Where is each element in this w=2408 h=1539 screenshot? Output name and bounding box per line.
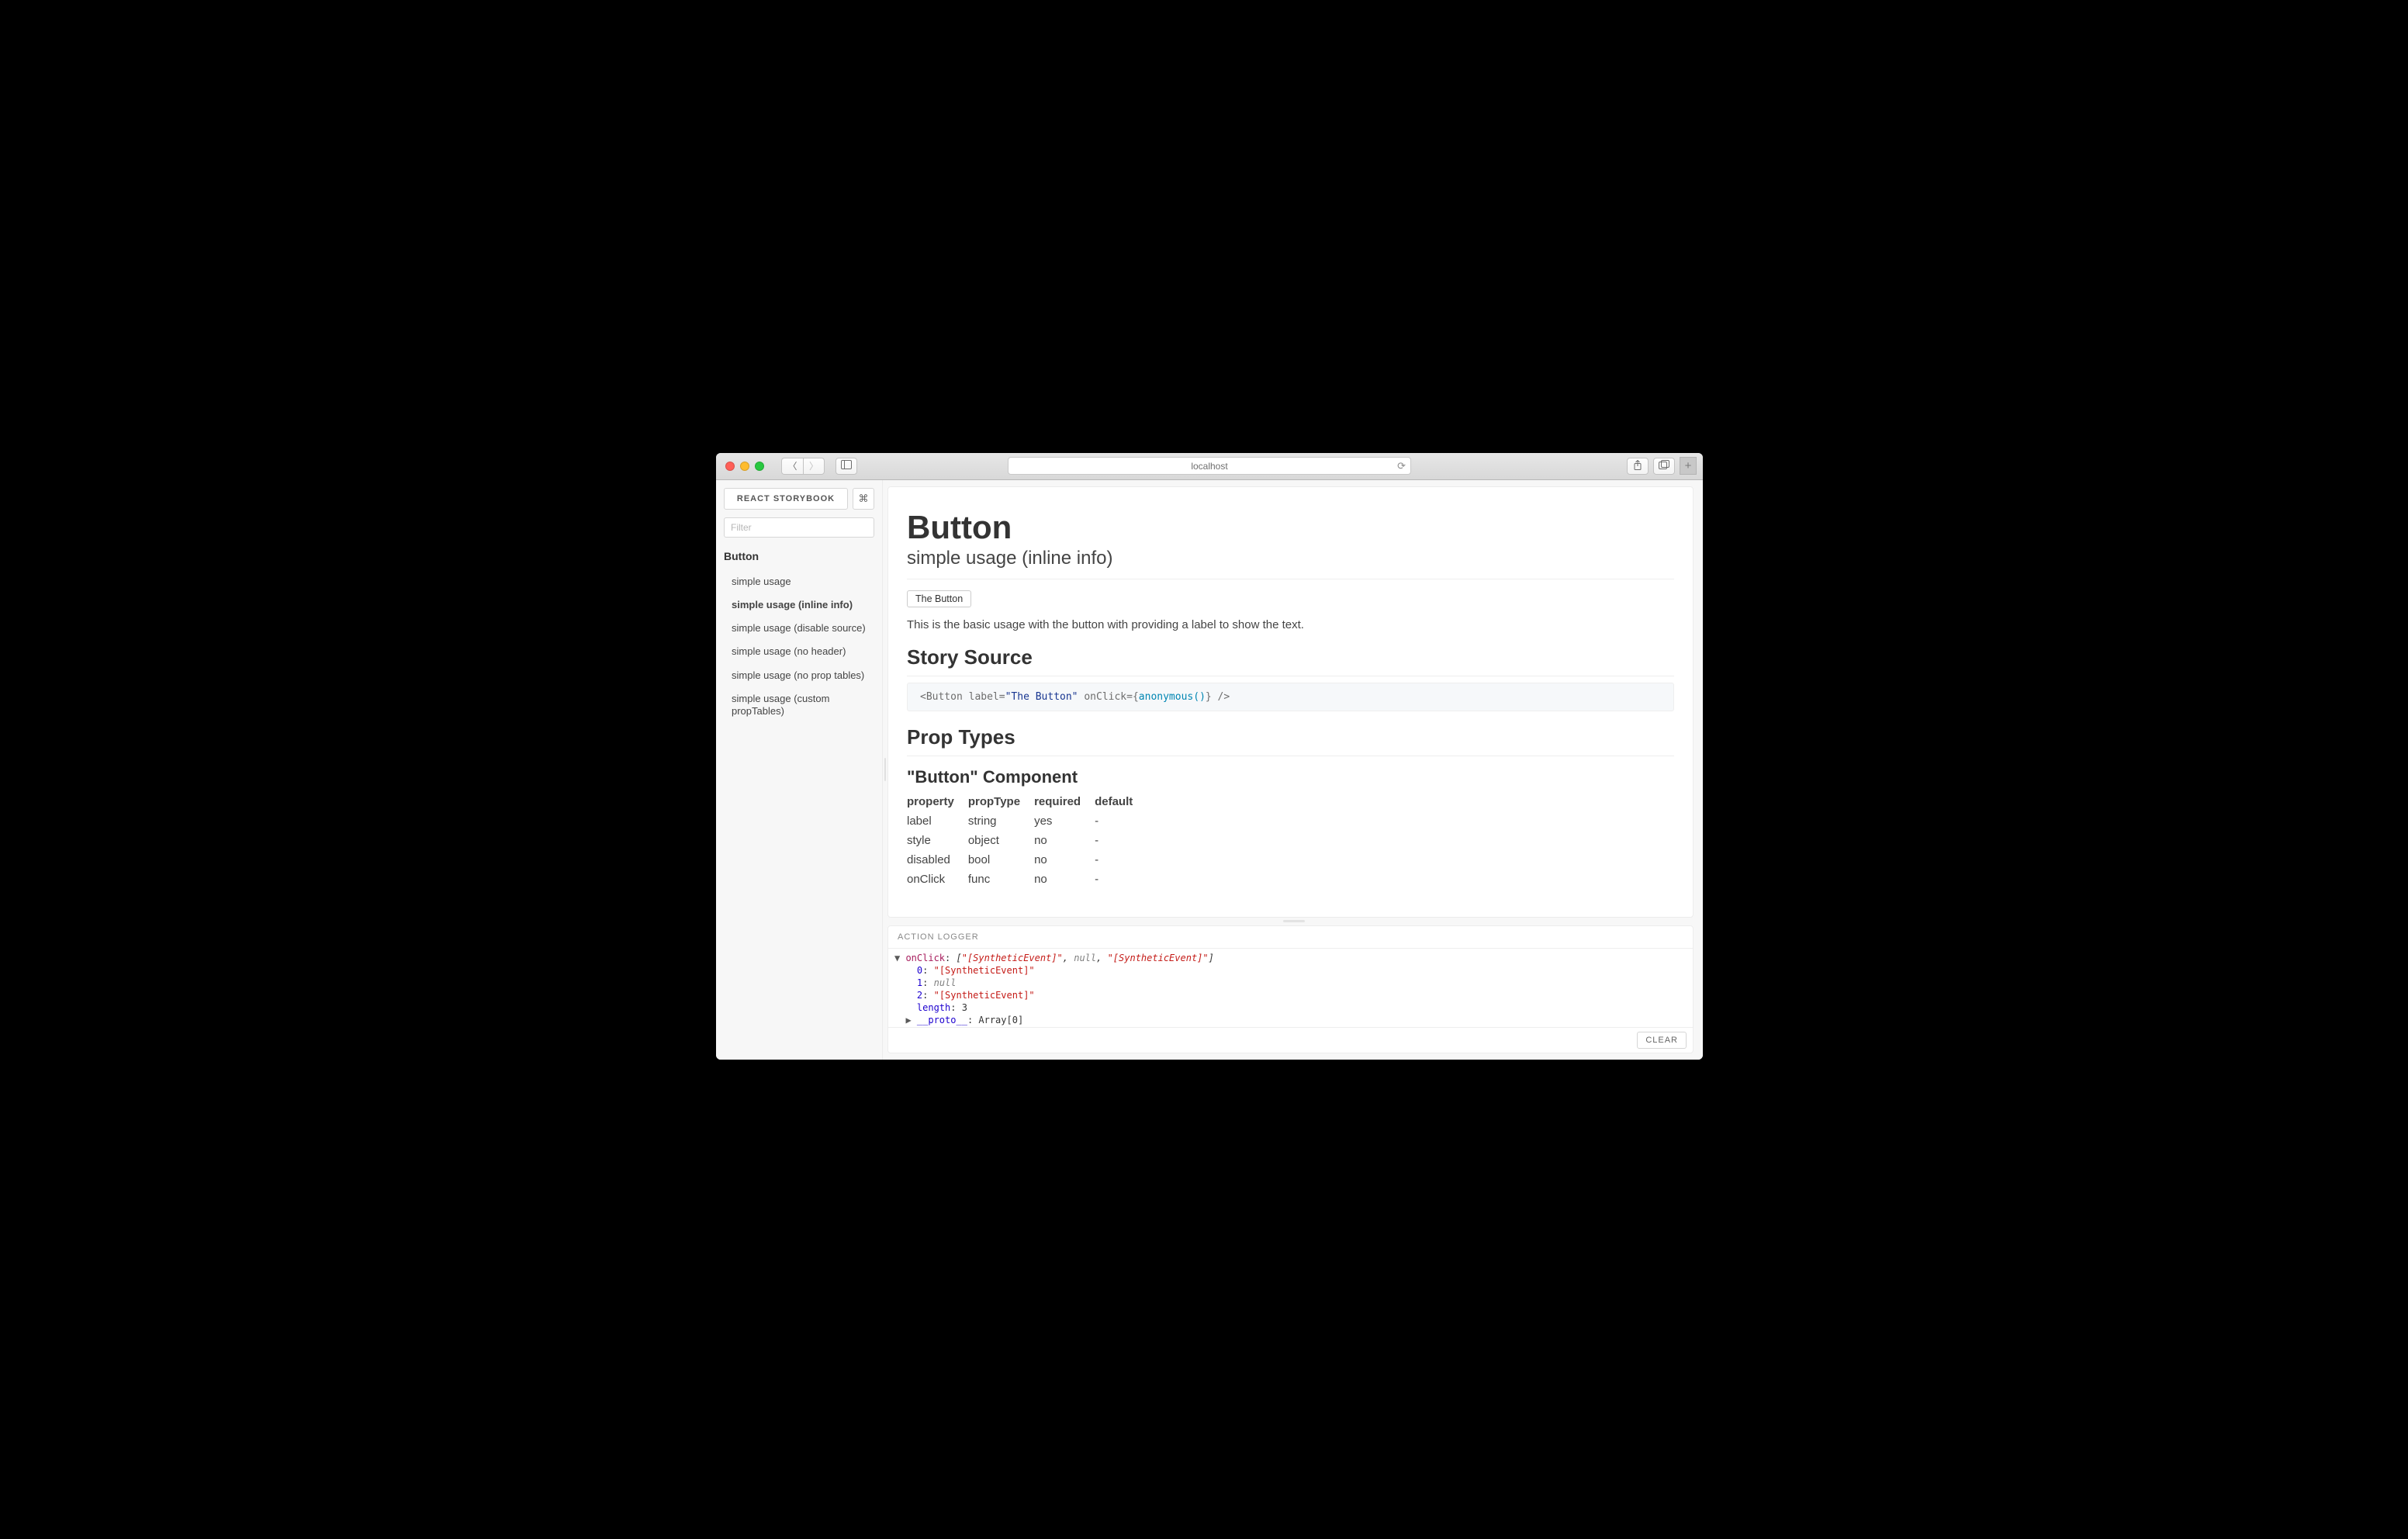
sidebar-story-item[interactable]: simple usage (disable source) xyxy=(724,617,874,640)
preview-panel: Button simple usage (inline info) The Bu… xyxy=(887,486,1694,918)
sidebar-story-item[interactable]: simple usage (inline info) xyxy=(724,593,874,617)
sidebar-story-item[interactable]: simple usage (custom propTables) xyxy=(724,687,874,724)
sidebar-story-item[interactable]: simple usage (no header) xyxy=(724,640,874,663)
reload-icon[interactable]: ⟳ xyxy=(1397,460,1406,472)
prop-table-cell: disabled xyxy=(907,850,968,870)
storybook-app: REACT STORYBOOK ⌘ Button simple usagesim… xyxy=(716,480,1703,1060)
sidebar-story-item[interactable]: simple usage (no prop tables) xyxy=(724,664,874,687)
story-source-heading: Story Source xyxy=(907,645,1674,676)
new-tab-button[interactable]: + xyxy=(1680,457,1697,475)
prop-table-cell: no xyxy=(1034,870,1095,889)
nav-buttons: 〈 〉 xyxy=(781,458,825,475)
sidebar-toggle-button[interactable] xyxy=(836,458,857,475)
window-controls xyxy=(725,462,764,471)
action-logger-heading: ACTION LOGGER xyxy=(888,926,1693,949)
component-subheading: "Button" Component xyxy=(907,767,1674,787)
prop-types-heading: Prop Types xyxy=(907,725,1674,756)
prop-table-row: onClickfuncno- xyxy=(907,870,1147,889)
chevron-right-icon: 〉 xyxy=(809,459,818,472)
action-logger-panel: ACTION LOGGER ▼ onClick: ["[SyntheticEve… xyxy=(887,925,1694,1053)
close-window-icon[interactable] xyxy=(725,462,735,471)
stories-kind-label[interactable]: Button xyxy=(724,550,874,562)
clear-button[interactable]: CLEAR xyxy=(1637,1032,1687,1049)
command-icon: ⌘ xyxy=(859,493,869,505)
sidebar: REACT STORYBOOK ⌘ Button simple usagesim… xyxy=(716,480,883,1060)
prop-types-table: propertypropTyperequireddefault labelstr… xyxy=(907,792,1147,889)
tabs-button[interactable] xyxy=(1653,458,1675,475)
prop-table-row: labelstringyes- xyxy=(907,811,1147,831)
story-title: simple usage (inline info) xyxy=(907,548,1674,579)
prop-table-cell: yes xyxy=(1034,811,1095,831)
main-column: Button simple usage (inline info) The Bu… xyxy=(887,480,1703,1060)
plus-icon: + xyxy=(1685,459,1692,472)
share-button[interactable] xyxy=(1627,458,1649,475)
prop-table-cell: - xyxy=(1095,811,1147,831)
prop-table-cell: no xyxy=(1034,831,1095,850)
zoom-window-icon[interactable] xyxy=(755,462,764,471)
tabs-icon xyxy=(1659,460,1669,472)
prop-table-cell: object xyxy=(968,831,1034,850)
action-logger-body: ▼ onClick: ["[SyntheticEvent]", null, "[… xyxy=(888,949,1693,1027)
app-title[interactable]: REACT STORYBOOK xyxy=(724,488,848,510)
prop-table-cell: - xyxy=(1095,870,1147,889)
prop-table-cell: onClick xyxy=(907,870,968,889)
story-source-code: <Button label="The Button" onClick={anon… xyxy=(907,683,1674,711)
horizontal-resizer[interactable] xyxy=(887,918,1700,925)
demo-button[interactable]: The Button xyxy=(907,590,971,607)
chevron-left-icon: 〈 xyxy=(787,459,797,472)
share-icon xyxy=(1633,460,1642,472)
prop-table-cell: - xyxy=(1095,850,1147,870)
vertical-resizer[interactable] xyxy=(883,480,887,1060)
url-bar[interactable]: localhost ⟳ xyxy=(1008,457,1411,475)
url-text: localhost xyxy=(1191,461,1227,472)
prop-table-header: required xyxy=(1034,792,1095,811)
story-list: simple usagesimple usage (inline info)si… xyxy=(724,570,874,724)
component-title: Button xyxy=(907,509,1674,546)
browser-chrome: 〈 〉 localhost ⟳ xyxy=(716,453,1703,480)
prop-table-row: disabledboolno- xyxy=(907,850,1147,870)
sidebar-story-item[interactable]: simple usage xyxy=(724,570,874,593)
browser-window: 〈 〉 localhost ⟳ xyxy=(716,453,1703,1060)
forward-button[interactable]: 〉 xyxy=(803,458,825,475)
prop-table-header: propType xyxy=(968,792,1034,811)
prop-table-cell: - xyxy=(1095,831,1147,850)
minimize-window-icon[interactable] xyxy=(740,462,749,471)
back-button[interactable]: 〈 xyxy=(781,458,803,475)
prop-table-cell: func xyxy=(968,870,1034,889)
prop-table-cell: string xyxy=(968,811,1034,831)
prop-table-cell: label xyxy=(907,811,968,831)
prop-table-row: styleobjectno- xyxy=(907,831,1147,850)
prop-table-cell: no xyxy=(1034,850,1095,870)
story-description: This is the basic usage with the button … xyxy=(907,618,1674,631)
shortcuts-button[interactable]: ⌘ xyxy=(853,488,874,510)
sidebar-icon xyxy=(841,460,852,472)
filter-input[interactable] xyxy=(724,517,874,538)
prop-table-cell: bool xyxy=(968,850,1034,870)
prop-table-header: default xyxy=(1095,792,1147,811)
prop-table-cell: style xyxy=(907,831,968,850)
prop-table-header: property xyxy=(907,792,968,811)
